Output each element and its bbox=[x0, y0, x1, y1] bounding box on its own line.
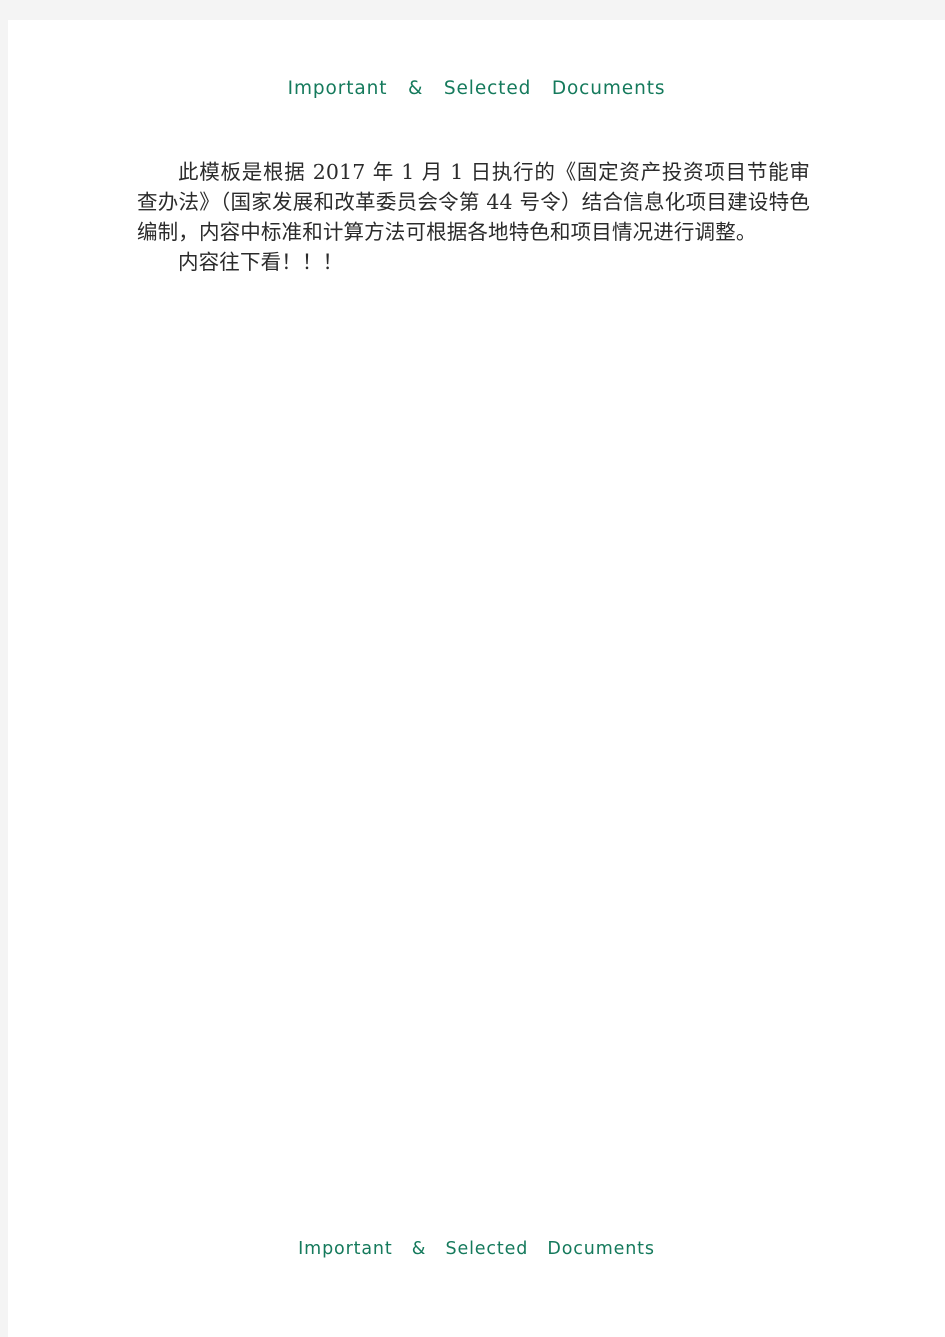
header-title: Important & Selected Documents bbox=[287, 78, 666, 99]
document-canvas: Important & Selected Documents 此模板是根据 20… bbox=[0, 0, 945, 1337]
body-paragraph: 内容往下看！！！ bbox=[178, 250, 344, 274]
document-body: 此模板是根据 2017 年 1 月 1 日执行的《固定资产投资项目节能审查办法》… bbox=[137, 157, 810, 277]
page-header: Important & Selected Documents bbox=[8, 78, 945, 99]
footer-title: Important & Selected Documents bbox=[298, 1239, 655, 1259]
body-paragraph: 此模板是根据 2017 年 1 月 1 日执行的《固定资产投资项目节能审查办法》… bbox=[137, 160, 810, 244]
page-footer: Important & Selected Documents bbox=[8, 1239, 945, 1259]
document-page: Important & Selected Documents 此模板是根据 20… bbox=[8, 20, 945, 1337]
